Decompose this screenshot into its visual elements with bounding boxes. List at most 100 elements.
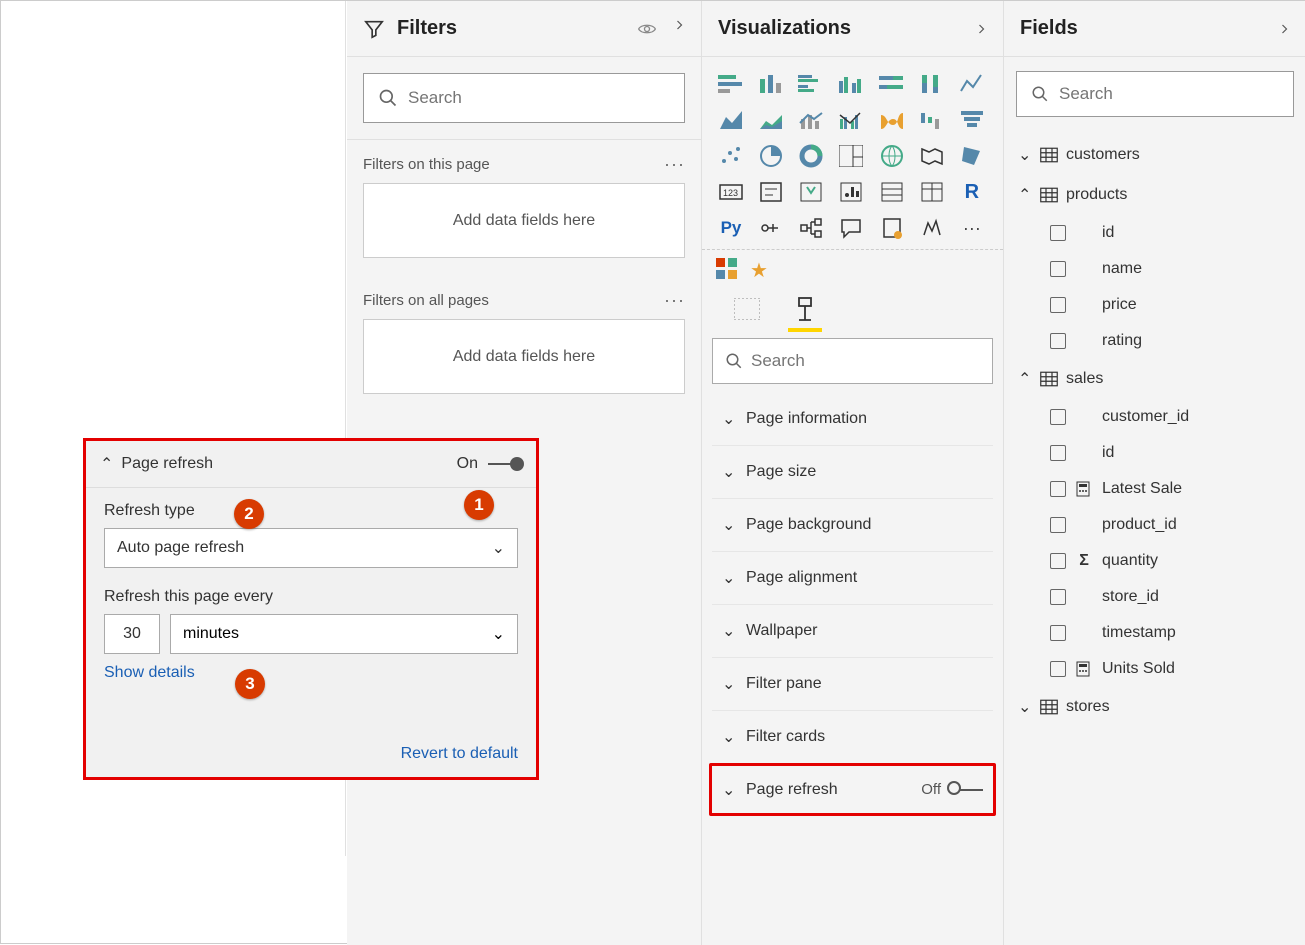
shape-map-icon[interactable]: [955, 141, 989, 171]
fields-tab[interactable]: [730, 290, 764, 332]
scatter-chart-icon[interactable]: [714, 141, 748, 171]
field-units-sold[interactable]: Units Sold: [1018, 651, 1292, 687]
field-name[interactable]: name: [1018, 251, 1292, 287]
collapse-icon[interactable]: [673, 19, 685, 39]
arcgis-map-icon[interactable]: [915, 213, 949, 243]
field-id[interactable]: id: [1018, 435, 1292, 471]
field-product_id[interactable]: product_id: [1018, 507, 1292, 543]
donut-chart-icon[interactable]: [794, 141, 828, 171]
card-icon[interactable]: [754, 177, 788, 207]
field-latest-sale[interactable]: Latest Sale: [1018, 471, 1292, 507]
drill-controls: ★: [702, 249, 1003, 284]
treemap-icon[interactable]: [834, 141, 868, 171]
checkbox[interactable]: [1050, 517, 1066, 533]
collapse-icon[interactable]: [1278, 23, 1290, 35]
section-filter-cards[interactable]: ⌄Filter cards: [712, 710, 993, 763]
interval-unit-select[interactable]: minutes ⌄: [170, 614, 518, 654]
page-refresh-toggle[interactable]: Off: [921, 781, 983, 798]
clustered-column-icon[interactable]: [834, 69, 868, 99]
filters-search[interactable]: [363, 73, 685, 123]
table-customers[interactable]: ⌄customers: [1018, 135, 1292, 175]
collapse-icon[interactable]: [975, 23, 987, 35]
checkbox[interactable]: [1050, 225, 1066, 241]
ribbon-chart-icon[interactable]: [875, 105, 909, 135]
section-page-refresh[interactable]: ⌄ Page refresh Off: [709, 763, 996, 816]
star-icon[interactable]: ★: [750, 258, 774, 282]
fields-search-input[interactable]: [1059, 84, 1280, 104]
table-products[interactable]: ⌃products: [1018, 175, 1292, 215]
popup-header[interactable]: ⌃ Page refresh On: [86, 441, 536, 488]
key-influencers-icon[interactable]: [754, 213, 788, 243]
format-tab[interactable]: [788, 290, 822, 332]
section-wallpaper[interactable]: ⌄Wallpaper: [712, 604, 993, 657]
python-visual-icon[interactable]: Py: [714, 213, 748, 243]
paginated-report-icon[interactable]: [875, 213, 909, 243]
pie-chart-icon[interactable]: [754, 141, 788, 171]
table-sales[interactable]: ⌃sales: [1018, 359, 1292, 399]
area-chart-icon[interactable]: [714, 105, 748, 135]
filters-page-dropzone[interactable]: Add data fields here: [363, 183, 685, 258]
section-page-size[interactable]: ⌄Page size: [712, 445, 993, 498]
qna-icon[interactable]: [834, 213, 868, 243]
checkbox[interactable]: [1050, 625, 1066, 641]
filters-search-input[interactable]: [408, 88, 670, 108]
checkbox[interactable]: [1050, 445, 1066, 461]
r-visual-icon[interactable]: R: [955, 177, 989, 207]
checkbox[interactable]: [1050, 589, 1066, 605]
field-rating[interactable]: rating: [1018, 323, 1292, 359]
checkbox[interactable]: [1050, 553, 1066, 569]
field-timestamp[interactable]: timestamp: [1018, 615, 1292, 651]
kpi-icon[interactable]: [834, 177, 868, 207]
filled-map-icon[interactable]: [915, 141, 949, 171]
section-page-background[interactable]: ⌄Page background: [712, 498, 993, 551]
more-visuals-icon[interactable]: ···: [955, 213, 989, 243]
waterfall-icon[interactable]: [915, 105, 949, 135]
slicer-icon[interactable]: [875, 177, 909, 207]
more-icon[interactable]: ···: [664, 290, 685, 311]
gauge-icon[interactable]: 123: [714, 177, 748, 207]
more-icon[interactable]: ···: [664, 154, 685, 175]
popup-toggle[interactable]: On: [457, 455, 522, 473]
section-page-alignment[interactable]: ⌄Page alignment: [712, 551, 993, 604]
checkbox[interactable]: [1050, 481, 1066, 497]
line-stacked-column-icon[interactable]: [794, 105, 828, 135]
values-icon[interactable]: [716, 258, 740, 282]
checkbox[interactable]: [1050, 661, 1066, 677]
decomposition-tree-icon[interactable]: [794, 213, 828, 243]
show-details-link[interactable]: Show details: [104, 664, 195, 681]
field-quantity[interactable]: Σquantity: [1018, 543, 1292, 579]
checkbox[interactable]: [1050, 333, 1066, 349]
line-clustered-column-icon[interactable]: [834, 105, 868, 135]
stacked-column-icon[interactable]: [754, 69, 788, 99]
hundred-bar-icon[interactable]: [875, 69, 909, 99]
interval-value-input[interactable]: [104, 614, 160, 654]
table-icon[interactable]: [915, 177, 949, 207]
revert-to-default-link[interactable]: Revert to default: [401, 745, 518, 763]
field-id[interactable]: id: [1018, 215, 1292, 251]
table-stores[interactable]: ⌄stores: [1018, 687, 1292, 727]
checkbox[interactable]: [1050, 297, 1066, 313]
field-store_id[interactable]: store_id: [1018, 579, 1292, 615]
checkbox[interactable]: [1050, 261, 1066, 277]
line-chart-icon[interactable]: [955, 69, 989, 99]
fields-search[interactable]: [1016, 71, 1294, 117]
section-page-information[interactable]: ⌄Page information: [712, 392, 993, 445]
multi-row-card-icon[interactable]: [794, 177, 828, 207]
clustered-bar-icon[interactable]: [794, 69, 828, 99]
format-search[interactable]: [712, 338, 993, 384]
section-filter-pane[interactable]: ⌄Filter pane: [712, 657, 993, 710]
format-search-input[interactable]: [751, 351, 980, 371]
checkbox[interactable]: [1050, 409, 1066, 425]
visualizations-panel: Visualizations 123: [702, 1, 1004, 945]
filters-all-dropzone[interactable]: Add data fields here: [363, 319, 685, 394]
stacked-area-icon[interactable]: [754, 105, 788, 135]
funnel-chart-icon[interactable]: [955, 105, 989, 135]
search-icon: [1031, 85, 1049, 103]
field-price[interactable]: price: [1018, 287, 1292, 323]
field-customer_id[interactable]: customer_id: [1018, 399, 1292, 435]
hundred-column-icon[interactable]: [915, 69, 949, 99]
map-icon[interactable]: [875, 141, 909, 171]
refresh-type-select[interactable]: Auto page refresh ⌄: [104, 528, 518, 568]
preview-icon[interactable]: [637, 19, 657, 39]
stacked-bar-icon[interactable]: [714, 69, 748, 99]
